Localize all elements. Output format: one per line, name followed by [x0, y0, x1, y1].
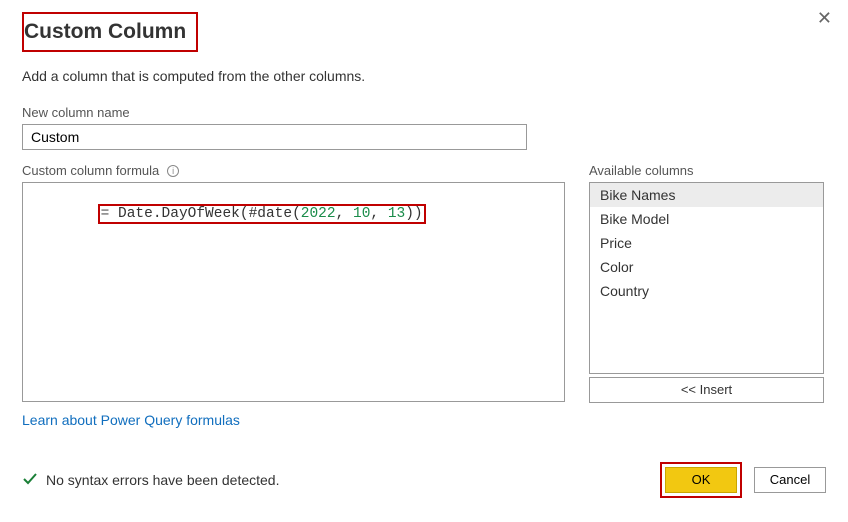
status-text: No syntax errors have been detected. — [46, 472, 279, 488]
formula-open1: ( — [240, 206, 249, 222]
list-item[interactable]: Bike Model — [590, 207, 823, 231]
available-columns-list[interactable]: Bike Names Bike Model Price Color Countr… — [589, 182, 824, 374]
formula-highlight: = Date.DayOfWeek(#date(2022, 10, 13)) — [98, 204, 426, 224]
formula-editor[interactable]: = Date.DayOfWeek(#date(2022, 10, 13)) — [22, 182, 565, 402]
name-label: New column name — [22, 105, 130, 120]
formula-close2: ) — [405, 206, 414, 222]
list-item[interactable]: Price — [590, 231, 823, 255]
learn-link[interactable]: Learn about Power Query formulas — [22, 412, 240, 428]
list-item[interactable]: Color — [590, 255, 823, 279]
title-highlight: Custom Column — [22, 12, 198, 52]
formula-sep2: , — [370, 206, 387, 222]
close-icon[interactable]: ✕ — [817, 8, 832, 29]
cancel-button[interactable]: Cancel — [754, 467, 826, 493]
formula-open2: ( — [292, 206, 301, 222]
available-label: Available columns — [589, 163, 694, 178]
formula-n2: 10 — [353, 206, 370, 222]
dialog-subtitle: Add a column that is computed from the o… — [22, 68, 826, 84]
list-item[interactable]: Bike Names — [590, 183, 823, 207]
formula-close1: ) — [414, 206, 423, 222]
dialog-title: Custom Column — [14, 14, 196, 50]
formula-hash: #date — [249, 206, 293, 222]
formula-sep1: , — [336, 206, 353, 222]
formula-eq: = — [101, 206, 118, 222]
column-name-input[interactable] — [22, 124, 527, 150]
formula-fn: Date.DayOfWeek — [118, 206, 240, 222]
list-item[interactable]: Country — [590, 279, 823, 303]
insert-button[interactable]: << Insert — [589, 377, 824, 403]
status-row: No syntax errors have been detected. — [22, 471, 279, 490]
info-icon[interactable]: i — [167, 165, 179, 177]
formula-label: Custom column formula — [22, 163, 159, 178]
formula-n1: 2022 — [301, 206, 336, 222]
ok-button[interactable]: OK — [665, 467, 737, 493]
check-icon — [22, 471, 38, 490]
ok-highlight: OK — [660, 462, 742, 498]
formula-n3: 13 — [388, 206, 405, 222]
